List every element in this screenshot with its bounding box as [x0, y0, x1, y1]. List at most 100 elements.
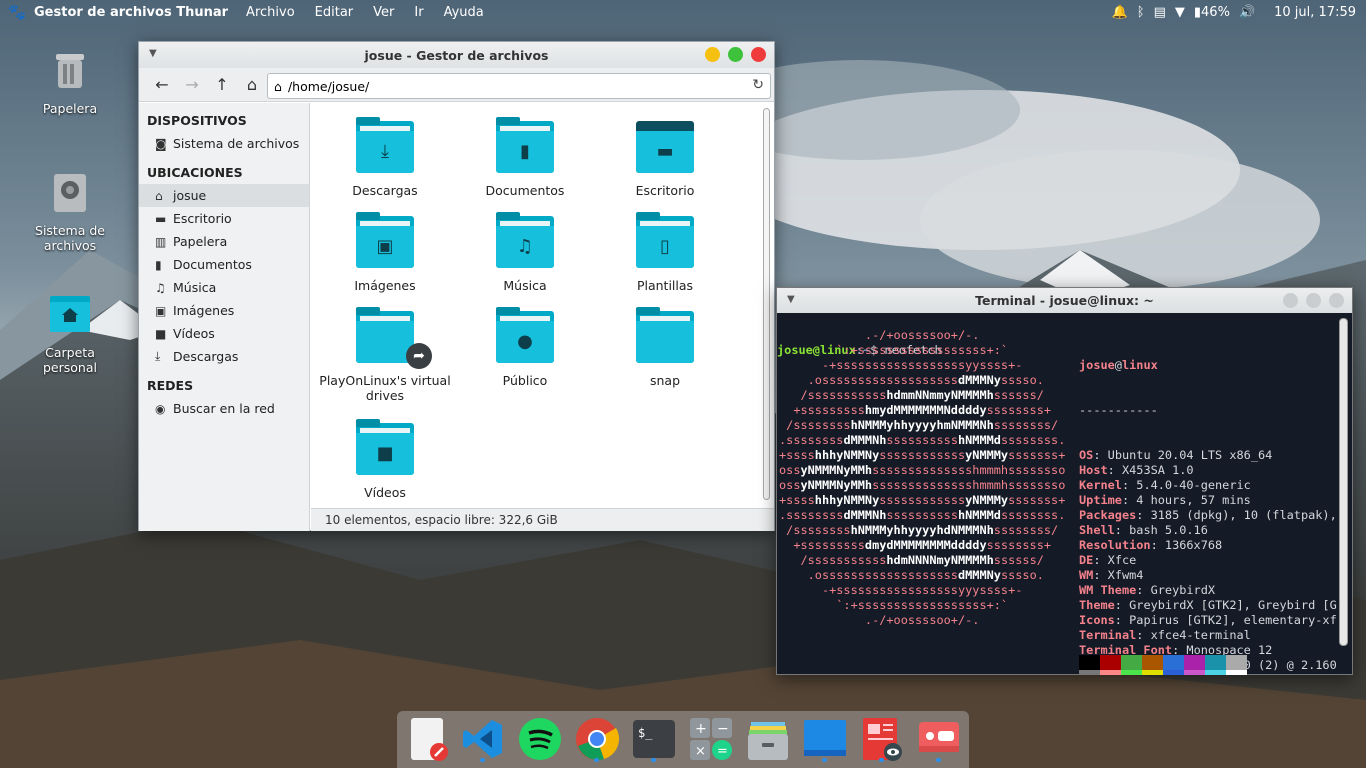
trash-icon: [56, 54, 84, 88]
palette-swatch: [1100, 670, 1121, 675]
dock-item-document-viewer[interactable]: [859, 716, 905, 762]
xfce-menu-icon[interactable]: 🐾: [0, 3, 34, 21]
file-item-imagenes[interactable]: ▣ Imágenes: [315, 212, 455, 293]
dock-item-spotify[interactable]: [517, 716, 563, 762]
home-folder-icon: [50, 296, 90, 332]
sidebar-item-documents[interactable]: ▮ Documentos: [139, 253, 309, 276]
file-view[interactable]: ⤓ Descargas ▮ Documentos ▬ Escritorio ▣ …: [311, 103, 774, 507]
ubuntu-ascii-logo: .-/+oossssoo+/-. `:+ssssssssssssssssss+:…: [779, 328, 1065, 628]
info-separator: :: [1136, 508, 1151, 522]
minimize-button[interactable]: [705, 47, 720, 62]
maximize-button[interactable]: [728, 47, 743, 62]
dock-item-vscode[interactable]: [460, 716, 506, 762]
sidebar-item-desktop[interactable]: ▬ Escritorio: [139, 207, 309, 230]
system-tray: 🔔 ᛒ ▤ ▼ ▮46% 🔊 10 jul, 17:59: [1112, 0, 1356, 24]
file-name: Público: [502, 373, 548, 388]
window-menu-icon[interactable]: ▼: [787, 294, 795, 305]
sidebar-item-filesystem[interactable]: ◙ Sistema de archivos: [139, 132, 309, 155]
home-icon[interactable]: ⌂: [237, 75, 267, 94]
info-key: Theme: [1079, 598, 1115, 612]
file-view-scrollbar[interactable]: [763, 108, 770, 500]
download-folder-icon: ⤓: [356, 117, 414, 173]
dock-item-archive-manager[interactable]: [745, 716, 791, 762]
dock-item-chrome[interactable]: [574, 716, 620, 762]
public-folder-icon: ●: [496, 307, 554, 363]
drive-icon: [54, 174, 86, 212]
info-value: Xfce: [1107, 553, 1137, 567]
maximize-button[interactable]: [1306, 293, 1321, 308]
palette-swatch: [1121, 670, 1142, 675]
file-item-playonlinux[interactable]: ➦ PlayOnLinux's virtual drives: [315, 307, 455, 403]
home-icon: ⌂: [274, 78, 282, 94]
window-titlebar[interactable]: ▼ Terminal - josue@linux: ~: [777, 288, 1352, 313]
dock-item-blue-app[interactable]: [802, 716, 848, 762]
sidebar-item-downloads[interactable]: ⤓ Descargas: [139, 345, 309, 368]
window-menu-icon[interactable]: ▼: [149, 48, 157, 59]
info-value: 5.4.0-40-generic: [1136, 478, 1251, 492]
file-item-descargas[interactable]: ⤓ Descargas: [315, 117, 455, 198]
sidebar-item-network[interactable]: ◉ Buscar en la red: [139, 397, 309, 420]
sidebar-item-music[interactable]: ♫ Música: [139, 276, 309, 299]
file-item-escritorio[interactable]: ▬ Escritorio: [595, 121, 735, 198]
desktop-icon-home[interactable]: Carpeta personal: [20, 292, 120, 375]
sidebar-item-label: Documentos: [173, 257, 252, 272]
file-item-musica[interactable]: ♫ Música: [455, 212, 595, 293]
back-arrow-icon[interactable]: ←: [147, 75, 177, 94]
active-app-name[interactable]: Gestor de archivos Thunar: [34, 5, 228, 20]
wifi-icon[interactable]: ▼: [1175, 5, 1185, 20]
reload-icon[interactable]: ↻: [752, 77, 764, 93]
location-bar[interactable]: ⌂ /home/josue/ ↻: [267, 73, 771, 99]
info-key: OS: [1079, 448, 1094, 462]
clock[interactable]: 10 jul, 17:59: [1274, 5, 1356, 20]
menu-ir[interactable]: Ir: [414, 5, 423, 20]
terminal-scrollbar[interactable]: [1339, 318, 1348, 646]
sidebar-item-trash[interactable]: ▥ Papelera: [139, 230, 309, 253]
file-item-documentos[interactable]: ▮ Documentos: [455, 117, 595, 198]
close-button[interactable]: [1329, 293, 1344, 308]
notification-icon[interactable]: 🔔: [1112, 5, 1128, 20]
running-indicator: [480, 758, 485, 762]
info-value: GreybirdX [GTK2], Greybird [G: [1129, 598, 1337, 612]
file-item-plantillas[interactable]: ▯ Plantillas: [595, 212, 735, 293]
sidebar-item-videos[interactable]: ■ Vídeos: [139, 322, 309, 345]
info-key: Host: [1079, 463, 1108, 477]
ascii-line: .ssssssssdMMMNhsssssssssshNMMMdssssssss.: [779, 508, 1066, 522]
dock-item-text-editor[interactable]: [405, 716, 451, 762]
ascii-line: .osssssssssssssssssssdMMMNysssso.: [779, 568, 1044, 582]
drive-icon[interactable]: ▤: [1154, 5, 1166, 20]
minimize-button[interactable]: [1283, 293, 1298, 308]
close-button[interactable]: [751, 47, 766, 62]
up-arrow-icon[interactable]: ↑: [207, 75, 237, 94]
dock-item-calculator[interactable]: + − × =: [688, 716, 734, 762]
sidebar-item-label: Imágenes: [173, 303, 235, 318]
menu-ver[interactable]: Ver: [373, 5, 394, 20]
desktop-icon-trash[interactable]: Papelera: [20, 48, 120, 116]
battery-indicator[interactable]: ▮46%: [1194, 5, 1230, 20]
file-item-publico[interactable]: ● Público: [455, 307, 595, 388]
documents-folder-icon: ▮: [496, 117, 554, 173]
menu-archivo[interactable]: Archivo: [246, 5, 295, 20]
terminal-output[interactable]: josue@linux:~$ neofetch .-/+oossssoo+/-.…: [777, 313, 1339, 675]
terminal-window: ▼ Terminal - josue@linux: ~ josue@linux:…: [776, 287, 1353, 675]
dock-item-terminal[interactable]: $_: [631, 716, 677, 762]
desktop-icon-filesystem[interactable]: Sistema de archivos: [20, 170, 120, 253]
ascii-highlight: hNMMMd: [957, 508, 1001, 522]
file-item-videos[interactable]: ■ Vídeos: [315, 419, 455, 500]
menu-editar[interactable]: Editar: [315, 5, 354, 20]
window-titlebar[interactable]: ▼ josue - Gestor de archivos: [139, 42, 774, 68]
forward-arrow-icon[interactable]: →: [177, 75, 207, 94]
status-bar: 10 elementos, espacio libre: 322,6 GiB: [311, 508, 774, 531]
file-item-snap[interactable]: snap: [595, 307, 735, 388]
bluetooth-icon[interactable]: ᛒ: [1137, 5, 1145, 20]
info-separator: :: [1114, 613, 1130, 627]
palette-swatch: [1121, 655, 1142, 670]
desktop-icon-label: Carpeta personal: [43, 345, 97, 375]
volume-icon[interactable]: 🔊: [1239, 5, 1255, 20]
sidebar-item-pictures[interactable]: ▣ Imágenes: [139, 299, 309, 322]
dock-item-screenshot[interactable]: [916, 716, 962, 762]
sidebar-item-label: Vídeos: [173, 326, 215, 341]
palette-swatch: [1079, 670, 1100, 675]
sidebar-item-home[interactable]: ⌂ josue: [139, 184, 309, 207]
menu-ayuda[interactable]: Ayuda: [444, 5, 484, 20]
neofetch-separator: -----------: [1079, 403, 1158, 417]
